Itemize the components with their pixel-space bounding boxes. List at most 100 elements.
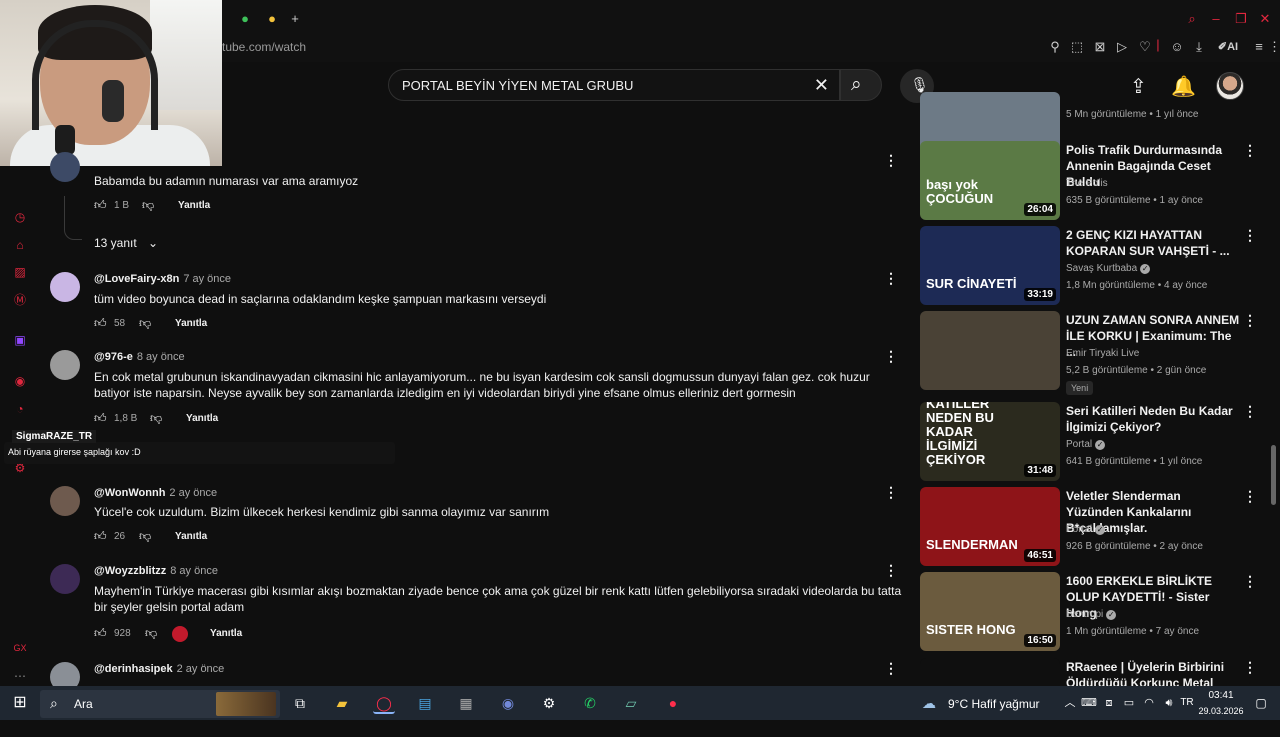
comment-menu-icon[interactable]: ⋮	[884, 562, 898, 579]
video-channel[interactable]: Savaş Kurtbaba ✓	[1066, 263, 1151, 274]
pin-icon[interactable]: ⚲	[1046, 38, 1064, 56]
settings-icon[interactable]: ⚙	[538, 692, 560, 714]
rail-gx-icon[interactable]: GX	[12, 640, 28, 656]
comment-author[interactable]: @derinhasipek 2 ay önce	[94, 663, 224, 675]
battery-icon[interactable]: ▭	[1118, 692, 1140, 714]
replies-toggle-button[interactable]: 13 yanıt ⌄	[94, 236, 158, 250]
notification-center-icon[interactable]: ▢	[1250, 692, 1272, 714]
browser-search-icon[interactable]: ⌕	[1183, 10, 1201, 28]
rail-shop-icon[interactable]: ⌂	[12, 237, 28, 253]
dislike-icon[interactable]: 👎︎	[139, 529, 151, 544]
reply-button[interactable]: Yanıtla	[178, 200, 210, 211]
rail-twitch-icon[interactable]: ▣	[12, 332, 28, 348]
rail-more-icon[interactable]: ⋯	[12, 668, 28, 684]
like-icon[interactable]: 👍︎	[94, 316, 107, 331]
app-icon[interactable]: ▦	[455, 692, 477, 714]
restore-icon[interactable]: ❐	[1232, 10, 1250, 28]
comment-menu-icon[interactable]: ⋮	[884, 152, 898, 169]
screenshot-icon[interactable]: ⬚	[1068, 38, 1086, 56]
reply-button[interactable]: Yanıtla	[210, 628, 242, 639]
heart-icon[interactable]: ♡	[1136, 38, 1154, 56]
video-thumbnail[interactable]: SERİ KATİLLER NEDEN BU KADAR İLGİMİZİ ÇE…	[920, 402, 1060, 481]
comment-menu-icon[interactable]: ⋮	[884, 270, 898, 287]
video-menu-icon[interactable]: ⋮	[1243, 403, 1257, 420]
dislike-icon[interactable]: 👎︎	[142, 198, 154, 213]
video-thumbnail[interactable]: SLENDERMAN 46:51	[920, 487, 1060, 566]
video-thumbnail[interactable]	[920, 311, 1060, 390]
video-channel[interactable]: Bentropi ✓	[1066, 609, 1117, 620]
comment-avatar[interactable]	[50, 564, 80, 594]
dislike-icon[interactable]: 👎︎	[139, 316, 151, 331]
tray-icon[interactable]: ⌨	[1078, 692, 1100, 714]
video-channel[interactable]: Portal ✓	[1066, 524, 1106, 535]
video-channel[interactable]: Emir Tiryaki Live	[1066, 348, 1139, 359]
scrollbar[interactable]	[1271, 445, 1276, 505]
dislike-icon[interactable]: 👎︎	[145, 626, 157, 641]
tab-emoji-icon[interactable]: ●	[263, 10, 281, 28]
comment-menu-icon[interactable]: ⋮	[884, 660, 898, 677]
search-button[interactable]: ⌕	[840, 69, 882, 101]
dislike-icon[interactable]: 👎︎	[150, 411, 162, 426]
comment-author[interactable]: @WonWonnh 2 ay önce	[94, 487, 217, 499]
discord-icon[interactable]: ◉	[497, 692, 519, 714]
video-thumbnail[interactable]: SISTER HONG 16:50	[920, 572, 1060, 651]
comment-avatar[interactable]	[50, 152, 80, 182]
minimize-icon[interactable]: –	[1207, 10, 1225, 28]
opera-gx-icon[interactable]: ◯	[373, 692, 395, 714]
search-box[interactable]: PORTAL BEYİN YİYEN METAL GRUBU ✕	[388, 69, 840, 101]
video-menu-icon[interactable]: ⋮	[1243, 142, 1257, 159]
sidebar-toggle-icon[interactable]: ⋮	[1268, 38, 1280, 56]
like-icon[interactable]: 👍︎	[94, 529, 107, 544]
new-tab-plus-icon[interactable]: +	[286, 10, 304, 28]
task-view-icon[interactable]: ⧉	[289, 692, 311, 714]
video-title[interactable]: Seri Katilleri Neden Bu Kadar İlgimizi Ç…	[1066, 403, 1241, 435]
like-icon[interactable]: 👍︎	[94, 198, 107, 213]
address-url[interactable]: tube.com/watch	[222, 40, 306, 54]
clock-date[interactable]: 29.03.2026	[1196, 706, 1246, 716]
comment-avatar[interactable]	[50, 350, 80, 380]
video-thumbnail[interactable]: başı yok ÇOCUĞUN 26:04	[920, 141, 1060, 220]
reply-button[interactable]: Yanıtla	[175, 318, 207, 329]
search-input[interactable]: PORTAL BEYİN YİYEN METAL GRUBU	[402, 78, 633, 93]
video-menu-icon[interactable]: ⋮	[1243, 573, 1257, 590]
app-icon[interactable]: ●	[662, 692, 684, 714]
reply-button[interactable]: Yanıtla	[175, 531, 207, 542]
notifications-bell-icon[interactable]: 🔔	[1171, 74, 1196, 99]
video-menu-icon[interactable]: ⋮	[1243, 659, 1257, 676]
rail-clock-icon[interactable]: ◔	[12, 401, 28, 417]
upload-icon[interactable]: ⇪	[1130, 74, 1147, 99]
clock-time[interactable]: 03:41	[1196, 690, 1246, 701]
comment-author[interactable]: @976-e 8 ay önce	[94, 351, 185, 363]
play-icon[interactable]: ▷	[1113, 38, 1131, 56]
app-icon[interactable]: ▱	[620, 692, 642, 714]
comment-avatar[interactable]	[50, 486, 80, 516]
video-thumbnail[interactable]: SUR CİNAYETİ 33:19	[920, 226, 1060, 305]
reply-button[interactable]: Yanıtla	[186, 413, 218, 424]
video-channel[interactable]: Portal ✓	[1066, 439, 1106, 450]
comment-avatar[interactable]	[50, 272, 80, 302]
rail-player-icon[interactable]: ◉	[12, 373, 28, 389]
video-menu-icon[interactable]: ⋮	[1243, 312, 1257, 329]
like-icon[interactable]: 👍︎	[94, 626, 107, 641]
comment-menu-icon[interactable]: ⋮	[884, 484, 898, 501]
rail-box-icon[interactable]: ▨	[12, 264, 28, 280]
shield-icon[interactable]: ⊠	[1091, 38, 1109, 56]
account-avatar[interactable]	[1216, 72, 1244, 100]
download-icon[interactable]: ⤓	[1190, 38, 1208, 56]
rail-history-icon[interactable]: ◷	[12, 209, 28, 225]
language-icon[interactable]: TR	[1176, 692, 1198, 714]
taskbar-search[interactable]: ⌕ Ara	[40, 690, 280, 718]
like-icon[interactable]: 👍︎	[94, 411, 107, 426]
comment-author[interactable]: @LoveFairy-x8n 7 ay önce	[94, 273, 231, 285]
tab-check-icon[interactable]: ●	[236, 10, 254, 28]
video-channel[interactable]: The Polis	[1066, 178, 1108, 189]
file-explorer-icon[interactable]: ▰	[331, 692, 353, 714]
comment-author[interactable]: @Woyzzblitzz 8 ay önce	[94, 565, 218, 577]
menu-icon[interactable]: ≡	[1250, 38, 1268, 56]
comment-menu-icon[interactable]: ⋮	[884, 348, 898, 365]
ai-button[interactable]: ✐AI	[1214, 38, 1242, 56]
tray-icon[interactable]: ⧈	[1098, 692, 1120, 714]
app-icon[interactable]: ▤	[414, 692, 436, 714]
clear-search-icon[interactable]: ✕	[814, 75, 829, 96]
account-icon[interactable]: ☺	[1168, 38, 1186, 56]
